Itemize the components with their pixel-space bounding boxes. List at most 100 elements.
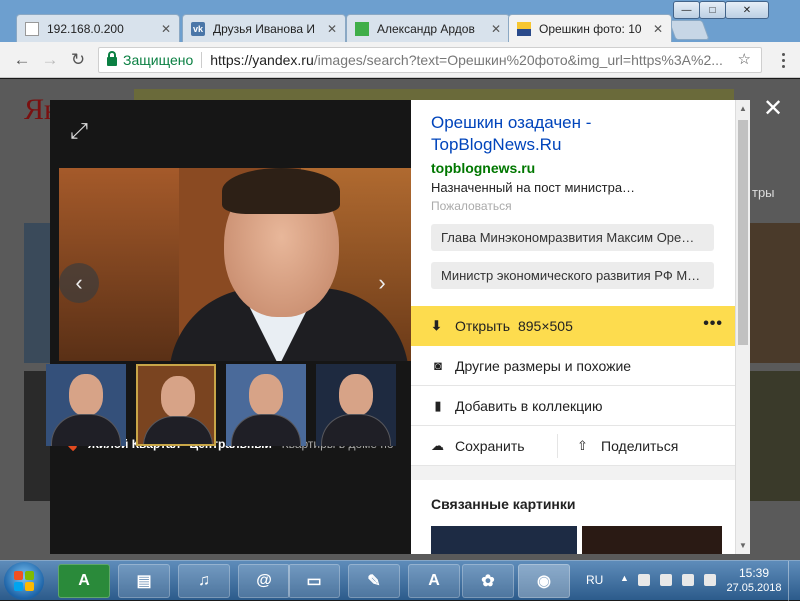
tab-title: Александр Ардов	[377, 21, 475, 36]
minimize-button[interactable]: —	[673, 1, 700, 19]
scrollbar-thumb[interactable]	[738, 120, 748, 345]
fullscreen-expand-icon[interactable]: ⤢	[64, 116, 94, 146]
thumbnail-item[interactable]	[46, 364, 126, 446]
main-photo[interactable]	[59, 168, 411, 361]
image-info-panel: Орешкин озадачен - TopBlogNews.Ru topblo…	[411, 100, 735, 554]
source-title-link[interactable]: Орешкин озадачен - TopBlogNews.Ru	[431, 112, 721, 156]
secure-label: Защищено	[123, 52, 194, 68]
cloud-icon: ☁	[431, 438, 444, 453]
image-viewer: ⤢ ⌗ ‹ › Жилой Квартал "Центральный" Квар…	[50, 100, 411, 554]
save-label: Сохранить	[455, 438, 525, 454]
android-app-icon[interactable]: A	[58, 564, 110, 598]
add-to-collection-button[interactable]: ▮ Добавить в коллекцию	[411, 386, 735, 426]
battery-icon[interactable]	[682, 574, 694, 586]
thumbnail-face	[161, 376, 195, 418]
share-button[interactable]: ⇧ Поделиться	[577, 426, 678, 466]
show-hidden-icons-icon[interactable]: ▲	[620, 573, 629, 583]
other-sizes-button[interactable]: ◙ Другие размеры и похожие	[411, 346, 735, 386]
tab-title: Друзья Иванова И	[213, 21, 315, 36]
result-thumb-dimmed	[750, 223, 800, 363]
related-query-button[interactable]: Министр экономического развития РФ М…	[431, 262, 714, 289]
forward-arrow-icon[interactable]: →	[40, 50, 60, 70]
vk-icon: vk	[191, 21, 205, 36]
browser-toolbar: ← → ↻ Защищено https://yandex.ru/images/…	[0, 42, 800, 78]
related-image-thumb[interactable]	[582, 526, 722, 554]
clock-time[interactable]: 15:39	[730, 566, 778, 580]
section-divider	[411, 466, 735, 480]
open-label: Открыть	[455, 318, 510, 334]
bookmark-star-icon[interactable]: ☆	[738, 50, 751, 68]
thumbnail-face	[69, 374, 103, 416]
source-site-link[interactable]: topblognews.ru	[431, 160, 535, 176]
previous-image-arrow-icon[interactable]: ‹	[59, 263, 99, 303]
save-share-row: ☁ Сохранить ⇧ Поделиться	[411, 426, 735, 466]
bookmark-icon: ▮	[434, 397, 442, 413]
new-tab-button[interactable]	[668, 20, 710, 40]
close-viewer-icon[interactable]: ✕	[762, 97, 784, 121]
related-image-thumb[interactable]	[431, 526, 577, 554]
scroll-down-icon[interactable]: ▼	[739, 541, 747, 550]
music-app-icon[interactable]: ♫	[178, 564, 230, 598]
panel-scrollbar[interactable]: ▲ ▼	[735, 100, 750, 554]
thumbnail-item[interactable]	[316, 364, 396, 446]
browser-menu-icon[interactable]	[773, 50, 793, 70]
volume-icon[interactable]	[704, 574, 716, 586]
tab-vk-friends[interactable]: vk Друзья Иванова И ✕	[182, 14, 346, 42]
tab-oreshkin-images[interactable]: Орешкин фото: 10 ✕	[508, 14, 672, 42]
open-image-button[interactable]: ⬇ Открыть 895×505 •••	[411, 306, 735, 346]
reload-icon[interactable]: ↻	[68, 50, 88, 70]
close-window-button[interactable]: ✕	[725, 1, 769, 19]
thumbnail-body	[51, 414, 121, 446]
wordpad-app-icon[interactable]: A	[408, 564, 460, 598]
image-size: 895×505	[517, 318, 573, 334]
complain-link[interactable]: Пожаловаться	[431, 199, 512, 213]
clock-date[interactable]: 27.05.2018	[720, 582, 788, 594]
tab-router[interactable]: 192.168.0.200 ✕	[16, 14, 180, 42]
windows-start-button[interactable]	[4, 562, 44, 600]
back-arrow-icon[interactable]: ←	[12, 50, 32, 70]
close-tab-icon[interactable]: ✕	[653, 22, 663, 36]
save-button[interactable]: ☁ Сохранить	[431, 426, 525, 466]
row-divider	[557, 434, 558, 458]
share-label: Поделиться	[601, 438, 679, 454]
windows-taskbar: A ▤ ♫ @ ▭ ✎ A ✿ ◉ RU ▲ 15:39 27.05.2018	[0, 560, 800, 601]
filters-link[interactable]: тры	[752, 185, 775, 200]
mail-agent-icon[interactable]: @	[238, 564, 290, 598]
more-options-icon[interactable]: •••	[703, 315, 723, 333]
thumbnail-item-selected[interactable]	[136, 364, 216, 446]
thumbnail-body	[231, 414, 301, 446]
tab-title: Орешкин фото: 10	[539, 21, 642, 36]
address-separator	[201, 52, 203, 68]
scroll-up-icon[interactable]: ▲	[739, 104, 747, 113]
newspaper-app-icon[interactable]: ▤	[118, 564, 170, 598]
source-description: Назначенный на пост министра…	[431, 180, 636, 195]
thumbnail-body	[321, 414, 391, 446]
paint-app-icon[interactable]: ✿	[462, 564, 514, 598]
page-icon	[25, 21, 39, 36]
network-icon[interactable]	[660, 574, 672, 586]
related-images-heading: Связанные картинки	[431, 496, 576, 512]
flag-icon[interactable]	[638, 574, 650, 586]
url-path: /images/search?text=Орешкин%20фото&img_u…	[313, 52, 723, 68]
green-square-icon	[355, 21, 369, 36]
thumbnail-body	[143, 416, 213, 444]
close-tab-icon[interactable]: ✕	[161, 22, 171, 36]
thumbnail-item[interactable]	[226, 364, 306, 446]
tab-ardov[interactable]: Александр Ардов ✕	[346, 14, 510, 42]
file-explorer-icon[interactable]: ▭	[288, 564, 340, 598]
browser-tab-strip: 192.168.0.200 ✕ vk Друзья Иванова И ✕ Ал…	[0, 0, 800, 42]
thumbnail-face	[339, 374, 373, 416]
related-query-button[interactable]: Глава Минэкономразвития Максим Оре…	[431, 224, 714, 251]
address-bar[interactable]: Защищено https://yandex.ru/images/search…	[98, 47, 762, 73]
maximize-button[interactable]: □	[699, 1, 726, 19]
language-indicator[interactable]: RU	[586, 573, 603, 587]
chrome-app-icon[interactable]: ◉	[518, 564, 570, 598]
lock-icon	[107, 51, 117, 66]
show-desktop-button[interactable]	[788, 561, 800, 601]
close-tab-icon[interactable]: ✕	[327, 22, 337, 36]
thumbnail-strip	[46, 364, 411, 446]
close-tab-icon[interactable]: ✕	[491, 22, 501, 36]
add-collection-label: Добавить в коллекцию	[455, 397, 603, 414]
notepad-app-icon[interactable]: ✎	[348, 564, 400, 598]
next-image-arrow-icon[interactable]: ›	[362, 263, 402, 303]
